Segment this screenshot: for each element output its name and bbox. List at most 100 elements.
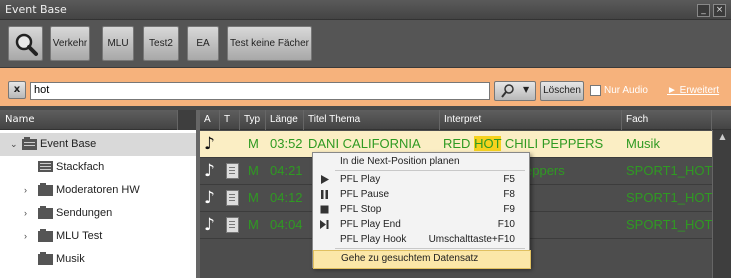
- chevron-right-icon[interactable]: ›: [24, 208, 27, 218]
- toolbar-button-ea[interactable]: EA: [187, 26, 219, 61]
- menu-item-next-position[interactable]: In die Next-Position planen: [313, 154, 529, 169]
- row-type: M: [248, 217, 259, 232]
- column-header-laenge[interactable]: Länge: [266, 110, 304, 130]
- tree-item-label: Musik: [56, 253, 85, 265]
- window-titlebar: Event Base _ ×: [0, 0, 731, 20]
- menu-item-label: PFL Play: [340, 174, 381, 185]
- menu-item-pfl-play-end[interactable]: PFL Play End F10: [313, 217, 529, 232]
- search-mode-dropdown[interactable]: ▼: [494, 81, 536, 101]
- row-length: 04:21: [270, 163, 303, 178]
- tree-scrollbar[interactable]: [177, 110, 196, 130]
- tree-item-label: Sendungen: [56, 207, 113, 219]
- row-type: M: [248, 190, 259, 205]
- music-note-icon: ♪: [204, 134, 215, 154]
- tree-item-musik[interactable]: Musik: [0, 248, 196, 271]
- menu-item-pfl-stop[interactable]: PFL Stop F9: [313, 202, 529, 217]
- folder-icon: [38, 252, 53, 265]
- chevron-down-icon: ▼: [523, 85, 530, 94]
- tree-item-event-base[interactable]: ⌄ Event Base: [0, 133, 196, 156]
- menu-item-pfl-play-hook[interactable]: PFL Play Hook Umschalttaste+F10: [313, 232, 529, 247]
- row-length: 04:04: [270, 217, 303, 232]
- menu-item-label: Gehe zu gesuchtem Datensatz: [341, 253, 479, 264]
- pause-icon: [321, 190, 328, 199]
- minimize-button[interactable]: _: [697, 4, 710, 17]
- menu-item-label: PFL Pause: [340, 189, 390, 200]
- magnifier-icon: [15, 33, 38, 56]
- close-button[interactable]: ×: [713, 4, 726, 17]
- tree-item-label: Moderatoren HW: [56, 184, 140, 196]
- menu-item-go-to-record[interactable]: Gehe zu gesuchtem Datensatz: [313, 250, 531, 269]
- clear-search-button[interactable]: x: [8, 81, 26, 99]
- stack-icon: [38, 161, 53, 172]
- scroll-up-icon[interactable]: ▲: [713, 132, 731, 144]
- search-toggle-button[interactable]: [8, 26, 43, 61]
- menu-item-shortcut: F10: [497, 219, 515, 230]
- window-title: Event Base: [5, 3, 67, 16]
- music-note-icon: ♪: [204, 188, 215, 208]
- audio-only-label: Nur Audio: [604, 85, 648, 96]
- delete-button[interactable]: Löschen: [540, 81, 584, 101]
- music-note-icon: ♪: [204, 161, 215, 181]
- tree-header: Name: [0, 110, 196, 130]
- menu-item-label: PFL Play End: [340, 219, 401, 230]
- menu-item-pfl-pause[interactable]: PFL Pause F8: [313, 187, 529, 202]
- document-icon: [226, 217, 239, 233]
- menu-separator: [335, 170, 525, 171]
- tree-item-stackfach[interactable]: Stackfach: [0, 156, 196, 179]
- row-fach: Musik: [626, 136, 660, 151]
- folder-icon: [38, 183, 53, 196]
- extended-link[interactable]: ► Erweitert: [667, 85, 719, 96]
- chevron-down-icon[interactable]: ⌄: [10, 139, 18, 150]
- grid-header: A T Typ Länge Titel Thema Interpret Fach: [200, 110, 731, 130]
- document-icon: [226, 163, 239, 179]
- tree-item-moderatoren-hw[interactable]: › Moderatoren HW: [0, 179, 196, 202]
- column-header-titel-thema[interactable]: Titel Thema: [304, 110, 440, 130]
- row-type: M: [248, 136, 259, 151]
- tree-item-mlu-test[interactable]: › MLU Test: [0, 225, 196, 248]
- play-end-icon: [320, 220, 329, 229]
- menu-item-shortcut: Umschalttaste+F10: [428, 234, 515, 245]
- tree-item-label: Stackfach: [56, 161, 105, 173]
- chevron-right-icon[interactable]: ›: [24, 231, 27, 241]
- grid-scrollbar[interactable]: ▲: [712, 130, 731, 278]
- row-length: 04:12: [270, 190, 303, 205]
- column-header-typ[interactable]: Typ: [240, 110, 266, 130]
- row-type: M: [248, 163, 259, 178]
- row-title: DANI CALIFORNIA: [308, 136, 421, 151]
- toolbar: Verkehr MLU Test2 EA Test keine Fächer: [0, 20, 731, 68]
- document-icon: [226, 190, 239, 206]
- tree-panel: Name ⌄ Event Base Stackfach › Moderatore…: [0, 110, 196, 278]
- menu-item-label: PFL Stop: [340, 204, 382, 215]
- menu-separator: [335, 248, 525, 249]
- column-header-t[interactable]: T: [220, 110, 240, 130]
- folder-icon: [38, 229, 53, 242]
- menu-item-label: In die Next-Position planen: [340, 156, 460, 167]
- menu-item-pfl-play[interactable]: PFL Play F5: [313, 172, 529, 187]
- toolbar-button-test2[interactable]: Test2: [143, 26, 179, 61]
- tree-item-label: Event Base: [40, 138, 97, 150]
- audio-only-checkbox[interactable]: [590, 85, 601, 96]
- search-match-highlight: HOT: [474, 136, 502, 151]
- toolbar-button-test-keine-faecher[interactable]: Test keine Fächer: [227, 26, 312, 61]
- chevron-right-icon[interactable]: ›: [24, 185, 27, 195]
- menu-item-shortcut: F8: [503, 189, 515, 200]
- menu-item-label: PFL Play Hook: [340, 234, 407, 245]
- context-menu: In die Next-Position planen PFL Play F5 …: [312, 152, 531, 269]
- column-header-interpret[interactable]: Interpret: [440, 110, 622, 130]
- row-artist: eppers: [525, 163, 565, 178]
- tree-item-sendungen[interactable]: › Sendungen: [0, 202, 196, 225]
- row-length: 03:52: [270, 136, 303, 151]
- play-icon: [321, 175, 329, 184]
- toolbar-button-verkehr[interactable]: Verkehr: [50, 26, 90, 61]
- column-header-fach[interactable]: Fach: [622, 110, 712, 130]
- column-header-a[interactable]: A: [200, 110, 220, 130]
- row-artist: RED HOT CHILI PEPPERS: [443, 136, 604, 151]
- tree-item-label: MLU Test: [56, 230, 103, 242]
- toolbar-button-mlu[interactable]: MLU: [102, 26, 134, 61]
- stop-icon: [320, 205, 329, 214]
- music-note-icon: ♪: [204, 215, 215, 235]
- folder-db-icon: [22, 137, 37, 150]
- folder-icon: [38, 206, 53, 219]
- search-input[interactable]: hot: [30, 82, 490, 100]
- menu-item-shortcut: F5: [503, 174, 515, 185]
